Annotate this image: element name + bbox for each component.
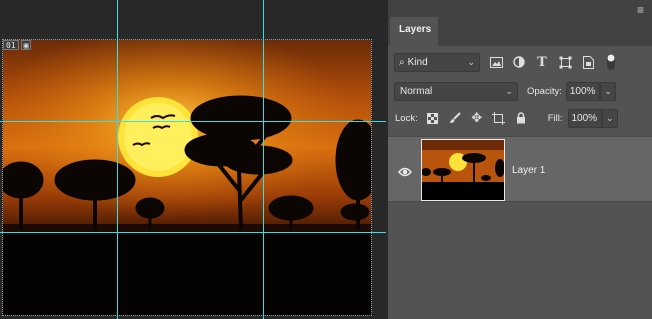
chevron-down-icon: ⌄ [605, 112, 614, 123]
opacity-input[interactable]: 100% [565, 81, 600, 101]
photoshop-workspace: 01 ▣ Layers ≡ ⌕ Kind ⌄ T Normal ⌄ Opacit… [0, 0, 652, 319]
filter-kind-select[interactable]: ⌕ Kind ⌄ [394, 52, 480, 72]
sunset-image [3, 40, 371, 315]
document-canvas-area[interactable]: 01 ▣ [0, 0, 386, 319]
layer-filter-row: ⌕ Kind ⌄ T [388, 50, 652, 74]
guide-vertical-1[interactable] [117, 0, 118, 319]
lock-fill-row: Lock: ✥ Fill: 100% ⌄ [388, 106, 652, 130]
lock-position-icon[interactable]: ✥ [468, 109, 486, 127]
lock-label: Lock: [395, 112, 418, 124]
guide-vertical-2[interactable] [263, 0, 264, 319]
filter-toggle-icon[interactable] [602, 53, 620, 71]
type-filter-icon[interactable]: T [533, 53, 551, 71]
tab-layers[interactable]: Layers [390, 17, 438, 46]
image-filter-icon[interactable] [487, 53, 505, 71]
blend-opacity-row: Normal ⌄ Opacity: 100% ⌄ [388, 79, 652, 103]
blend-mode-select[interactable]: Normal ⌄ [394, 81, 518, 101]
blend-mode-value: Normal [400, 85, 433, 97]
panel-menu-icon[interactable]: ≡ [637, 4, 644, 16]
fill-input[interactable]: 100% [567, 108, 602, 128]
chevron-down-icon: ⌄ [467, 56, 475, 67]
lock-artboard-icon[interactable] [490, 109, 508, 127]
document-canvas[interactable] [2, 39, 372, 316]
layers-panel: Layers ≡ ⌕ Kind ⌄ T Normal ⌄ Opacity: 10… [388, 0, 652, 319]
chevron-down-icon: ⌄ [604, 85, 612, 96]
eye-icon[interactable] [398, 164, 412, 182]
shape-filter-icon[interactable] [556, 53, 574, 71]
fill-dropdown[interactable]: ⌄ [601, 108, 618, 128]
panel-tab-bar: Layers ≡ [388, 0, 652, 46]
smart-object-filter-icon[interactable] [579, 53, 597, 71]
guide-horizontal-1[interactable] [0, 121, 386, 122]
opacity-dropdown[interactable]: ⌄ [599, 81, 616, 101]
layer-row[interactable]: Layer 1 [388, 136, 652, 202]
fill-label: Fill: [547, 112, 563, 124]
filter-icons: T [487, 53, 620, 71]
lock-image-pixels-icon[interactable] [446, 109, 464, 127]
guide-horizontal-2[interactable] [0, 232, 386, 233]
slice-number: 01 [3, 40, 19, 50]
layer-thumbnail[interactable] [421, 139, 505, 201]
lock-transparent-pixels-icon[interactable] [424, 109, 442, 127]
slice-badge: 01 ▣ [3, 40, 32, 50]
layer-name[interactable]: Layer 1 [512, 165, 545, 176]
image-slice-icon: ▣ [20, 40, 32, 50]
lock-icons: ✥ [424, 109, 530, 127]
lock-all-icon[interactable] [512, 109, 530, 127]
filter-kind-value: Kind [407, 56, 428, 68]
opacity-label: Opacity: [527, 85, 562, 97]
adjustment-filter-icon[interactable] [510, 53, 528, 71]
sunset-thumbnail-image [422, 140, 504, 200]
search-icon: ⌕ [399, 56, 405, 68]
chevron-down-icon: ⌄ [505, 85, 513, 96]
